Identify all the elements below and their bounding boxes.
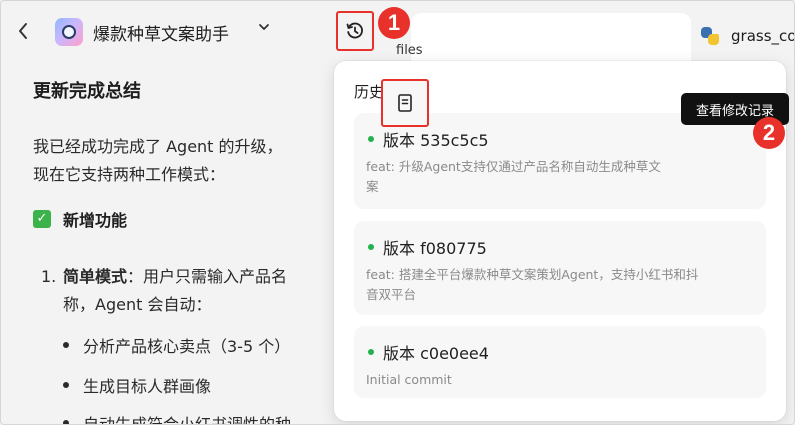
annotation-badge-1: 1: [378, 7, 410, 39]
status-dot: [368, 244, 374, 250]
file-tab-label: grass_co: [731, 27, 795, 45]
bullet-item: 生成目标人群画像: [63, 373, 211, 397]
avatar: [55, 18, 83, 46]
version-description: feat: 搭建全平台爆款种草文案策划Agent，支持小红书和抖 音双平台: [366, 267, 699, 302]
list-number: 1.: [41, 267, 57, 286]
document-icon: [398, 94, 412, 112]
app-dropdown-button[interactable]: [258, 21, 270, 36]
version-title: 版本 f080775: [383, 239, 487, 258]
list-item-text-1: ：用户只需输入产品名: [127, 267, 288, 286]
chevron-down-icon: [259, 24, 269, 30]
back-button[interactable]: [17, 21, 35, 43]
annotation-badge-2: 2: [753, 117, 785, 149]
intro-line-1: 我已经成功完成了 Agent 的升级，: [33, 137, 283, 156]
view-changes-button[interactable]: [381, 79, 429, 127]
chevron-left-icon: [19, 23, 27, 39]
version-card[interactable]: 版本 c0e0ee4 Initial commit: [354, 326, 766, 398]
history-button[interactable]: [336, 11, 374, 51]
bullet-item: 分析产品核心卖点（3-5 个）: [63, 333, 290, 357]
checkmark-icon: ✓: [33, 210, 51, 228]
python-icon: [701, 27, 719, 45]
version-description: Initial commit: [366, 372, 452, 387]
app-window: 爆款种草文案助手 files grass_co 1 更新完成总结 我已经成功完成…: [0, 0, 795, 425]
version-description: feat: 升级Agent支持仅通过产品名称自动生成种草文 案: [366, 159, 661, 194]
new-features-heading: ✓ 新增功能: [33, 207, 127, 231]
summary-heading: 更新完成总结: [33, 81, 141, 102]
status-dot: [368, 349, 374, 355]
version-card[interactable]: 版本 535c5c5 feat: 升级Agent支持仅通过产品名称自动生成种草文…: [354, 113, 766, 209]
version-title: 版本 c0e0ee4: [383, 344, 489, 363]
editor-tab-area: [411, 13, 691, 61]
status-dot: [368, 136, 374, 142]
files-label: files: [396, 43, 423, 58]
file-tab[interactable]: grass_co: [701, 27, 795, 45]
version-card[interactable]: 版本 f080775 feat: 搭建全平台爆款种草文案策划Agent，支持小红…: [354, 221, 766, 315]
history-clock-icon: [346, 22, 363, 39]
list-item-text-2: 称，Agent 会自动：: [63, 295, 212, 314]
version-title: 版本 535c5c5: [383, 131, 489, 150]
chat-header: 爆款种草文案助手: [1, 1, 331, 63]
app-title[interactable]: 爆款种草文案助手: [93, 20, 229, 45]
intro-line-2: 现在它支持两种工作模式：: [33, 165, 226, 184]
bullet-item: 自动生成符合小红书调性的种: [63, 411, 291, 424]
intro-paragraph: 我已经成功完成了 Agent 的升级， 现在它支持两种工作模式：: [33, 133, 333, 189]
simple-mode-label: 简单模式: [63, 267, 128, 286]
new-features-label: 新增功能: [63, 211, 128, 230]
